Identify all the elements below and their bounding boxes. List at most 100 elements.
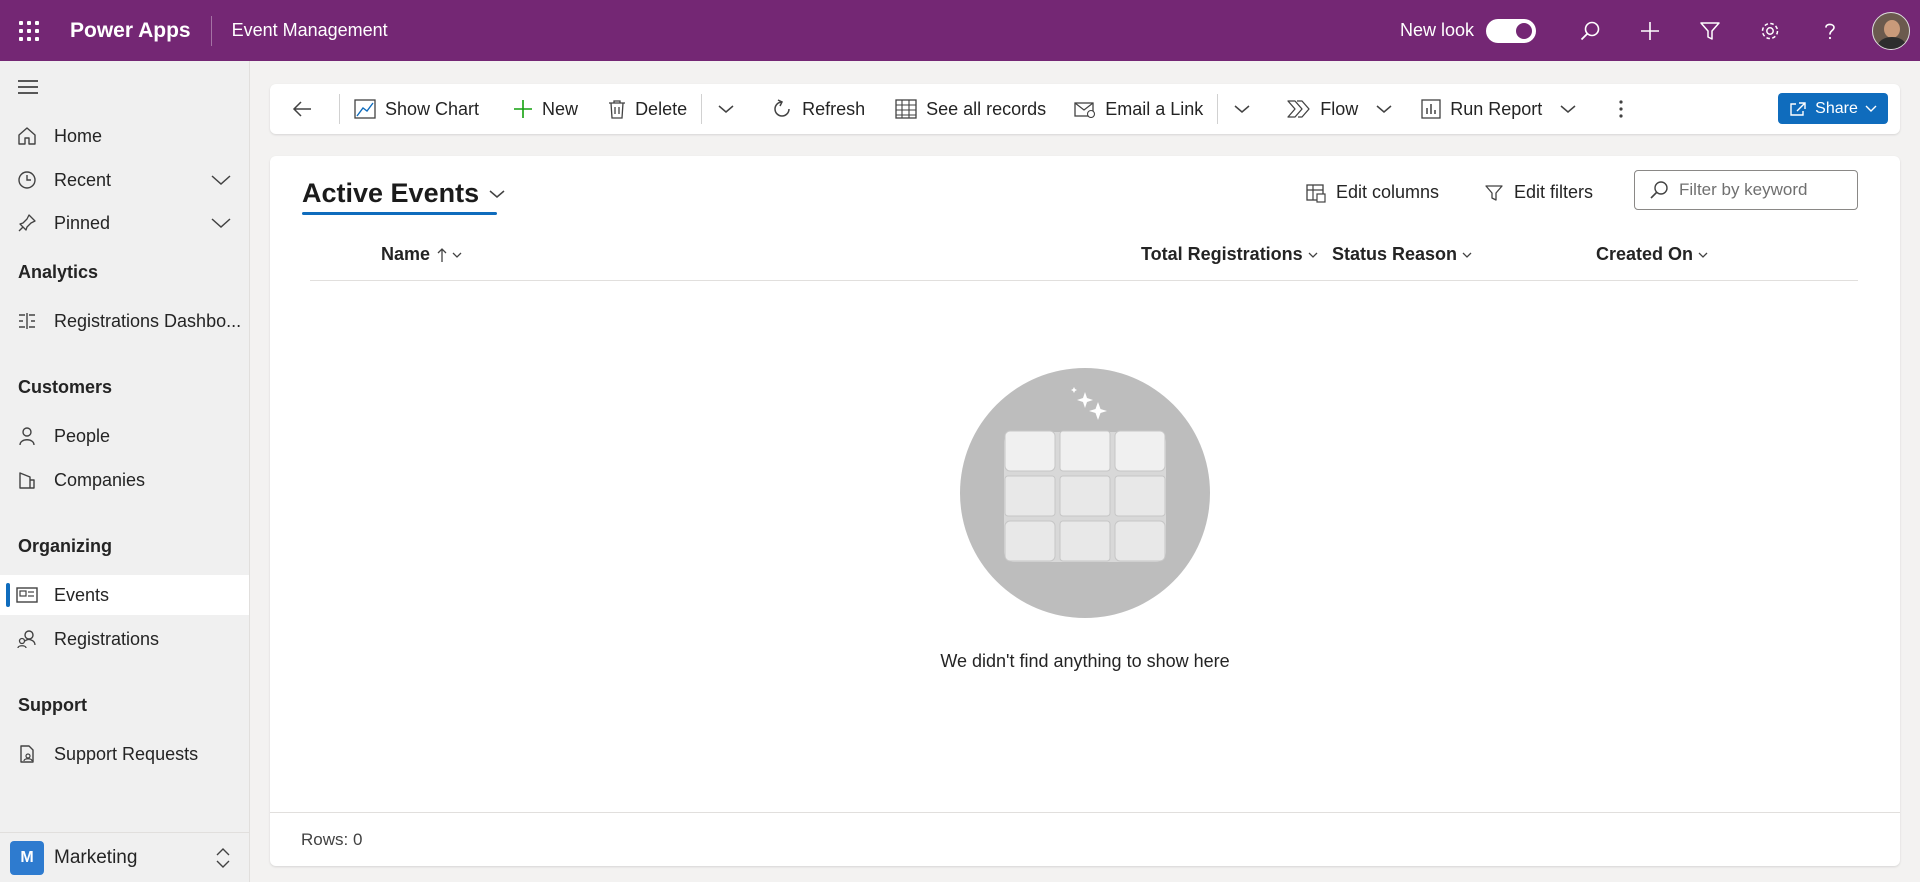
avatar-body: [1878, 36, 1906, 49]
toggle-knob: [1516, 22, 1532, 39]
overflow-menu-button[interactable]: [1601, 84, 1650, 134]
sidebar-item-label: People: [54, 425, 111, 446]
delete-button[interactable]: Delete: [594, 84, 701, 134]
column-header-status-reason[interactable]: Status Reason: [1332, 244, 1472, 265]
filter-icon[interactable]: [1680, 0, 1740, 61]
back-button[interactable]: [270, 84, 339, 134]
pin-icon: [0, 213, 54, 233]
environment-name[interactable]: Event Management: [232, 20, 388, 41]
chevron-down-icon: [1560, 105, 1576, 113]
section-customers: Customers: [18, 377, 113, 397]
flow-chevron[interactable]: [1364, 84, 1417, 134]
sidebar-item-recent[interactable]: Recent: [0, 160, 249, 200]
email-link-label: Email a Link: [1105, 98, 1204, 119]
chevron-down-icon[interactable]: [211, 172, 231, 192]
area-switcher[interactable]: M Marketing: [0, 832, 249, 882]
empty-state-illustration: [960, 368, 1210, 618]
plus-icon[interactable]: [1620, 0, 1680, 61]
run-report-chevron[interactable]: [1548, 84, 1601, 134]
chevron-up-down-icon: [215, 847, 231, 874]
sidebar-item-label: Events: [54, 584, 110, 605]
refresh-label: Refresh: [802, 98, 866, 119]
area-badge: M: [10, 840, 44, 875]
people-icon: [0, 629, 54, 649]
edit-filters-label: Edit filters: [1514, 182, 1594, 202]
empty-state-message: We didn't find anything to show here: [940, 651, 1230, 671]
search-input[interactable]: [1679, 180, 1849, 200]
run-report-label: Run Report: [1450, 98, 1543, 119]
gear-icon[interactable]: [1740, 0, 1800, 61]
sidebar-item-label: Support Requests: [54, 743, 199, 764]
sort-ascending-icon: [437, 247, 447, 262]
more-actions-chevron[interactable]: [702, 84, 759, 134]
footer-divider: [270, 812, 1900, 813]
sidebar-item-registrations-dashboard[interactable]: Registrations Dashbo...: [0, 301, 249, 341]
edit-columns-icon: [1306, 183, 1326, 203]
email-link-button[interactable]: Email a Link: [1060, 84, 1217, 134]
chevron-down-icon: [1376, 105, 1392, 113]
help-icon[interactable]: [1800, 0, 1860, 61]
document-person-icon: [0, 744, 54, 764]
avatar[interactable]: [1872, 11, 1910, 50]
view-selector[interactable]: Active Events: [302, 178, 505, 209]
sidebar-item-events[interactable]: Events: [0, 575, 249, 615]
view-title: Active Events: [302, 178, 480, 208]
edit-columns-button[interactable]: Edit columns: [1306, 182, 1439, 203]
calendar-card-icon: [0, 586, 54, 604]
waffle-icon[interactable]: [0, 0, 58, 61]
filter-by-keyword[interactable]: [1634, 170, 1858, 210]
rows-count: Rows: 0: [301, 830, 363, 849]
sidebar-item-people[interactable]: People: [0, 416, 249, 456]
filter-icon: [1485, 184, 1503, 201]
sidebar-item-support-requests[interactable]: Support Requests: [0, 734, 249, 774]
chart-icon: [354, 99, 376, 119]
refresh-button[interactable]: Refresh: [759, 84, 881, 134]
chevron-down-icon: [1865, 105, 1877, 112]
section-support: Support: [18, 695, 87, 715]
sidebar-item-home[interactable]: Home: [0, 116, 249, 156]
new-look-label: New look: [1399, 20, 1474, 40]
delete-label: Delete: [635, 98, 688, 119]
app-name[interactable]: Power Apps: [70, 15, 212, 46]
sidebar-item-registrations[interactable]: Registrations: [0, 619, 249, 659]
search-icon[interactable]: [1560, 0, 1620, 61]
column-header-label: Total Registrations: [1141, 244, 1303, 264]
sidebar-item-companies[interactable]: Companies: [0, 460, 249, 500]
edit-filters-button[interactable]: Edit filters: [1484, 182, 1593, 203]
run-report-button[interactable]: Run Report: [1417, 84, 1548, 134]
more-actions-chevron[interactable]: [1218, 84, 1275, 134]
column-header-total-registrations[interactable]: Total Registrations: [1141, 244, 1318, 265]
plus-icon: [514, 100, 533, 118]
sidebar-item-label: Pinned: [54, 212, 111, 233]
column-header-name[interactable]: Name: [381, 244, 462, 265]
share-button[interactable]: Share: [1778, 93, 1888, 124]
arrow-left-icon: [292, 101, 311, 117]
chevron-down-icon: [452, 252, 462, 258]
flow-label: Flow: [1320, 98, 1359, 119]
hamburger-icon[interactable]: [18, 79, 38, 99]
flow-button[interactable]: Flow: [1275, 84, 1364, 134]
share-label: Share: [1815, 99, 1858, 117]
new-look-toggle[interactable]: [1486, 18, 1536, 43]
more-vertical-icon: [1619, 100, 1623, 118]
view-title-underline: [302, 212, 497, 215]
table-icon: [895, 99, 917, 119]
search-icon: [1650, 181, 1668, 199]
chevron-down-icon[interactable]: [211, 215, 231, 235]
column-header-created-on[interactable]: Created On: [1596, 244, 1708, 265]
sidebar-item-pinned[interactable]: Pinned: [0, 203, 249, 243]
person-icon: [0, 426, 54, 446]
chevron-down-icon: [718, 105, 734, 113]
chevron-down-icon: [1698, 252, 1708, 258]
column-header-label: Status Reason: [1332, 244, 1458, 264]
chevron-down-icon: [1462, 252, 1472, 258]
see-all-records-button[interactable]: See all records: [881, 84, 1060, 134]
area-label: Marketing: [54, 846, 138, 868]
report-icon: [1421, 99, 1441, 119]
grid-panel: Active Events Edit columns Edit filters …: [270, 156, 1900, 866]
new-button[interactable]: New: [497, 84, 594, 134]
chevron-down-icon: [1234, 105, 1250, 113]
share-icon: [1790, 101, 1806, 116]
email-link-icon: [1074, 102, 1096, 118]
show-chart-button[interactable]: Show Chart: [340, 84, 497, 134]
